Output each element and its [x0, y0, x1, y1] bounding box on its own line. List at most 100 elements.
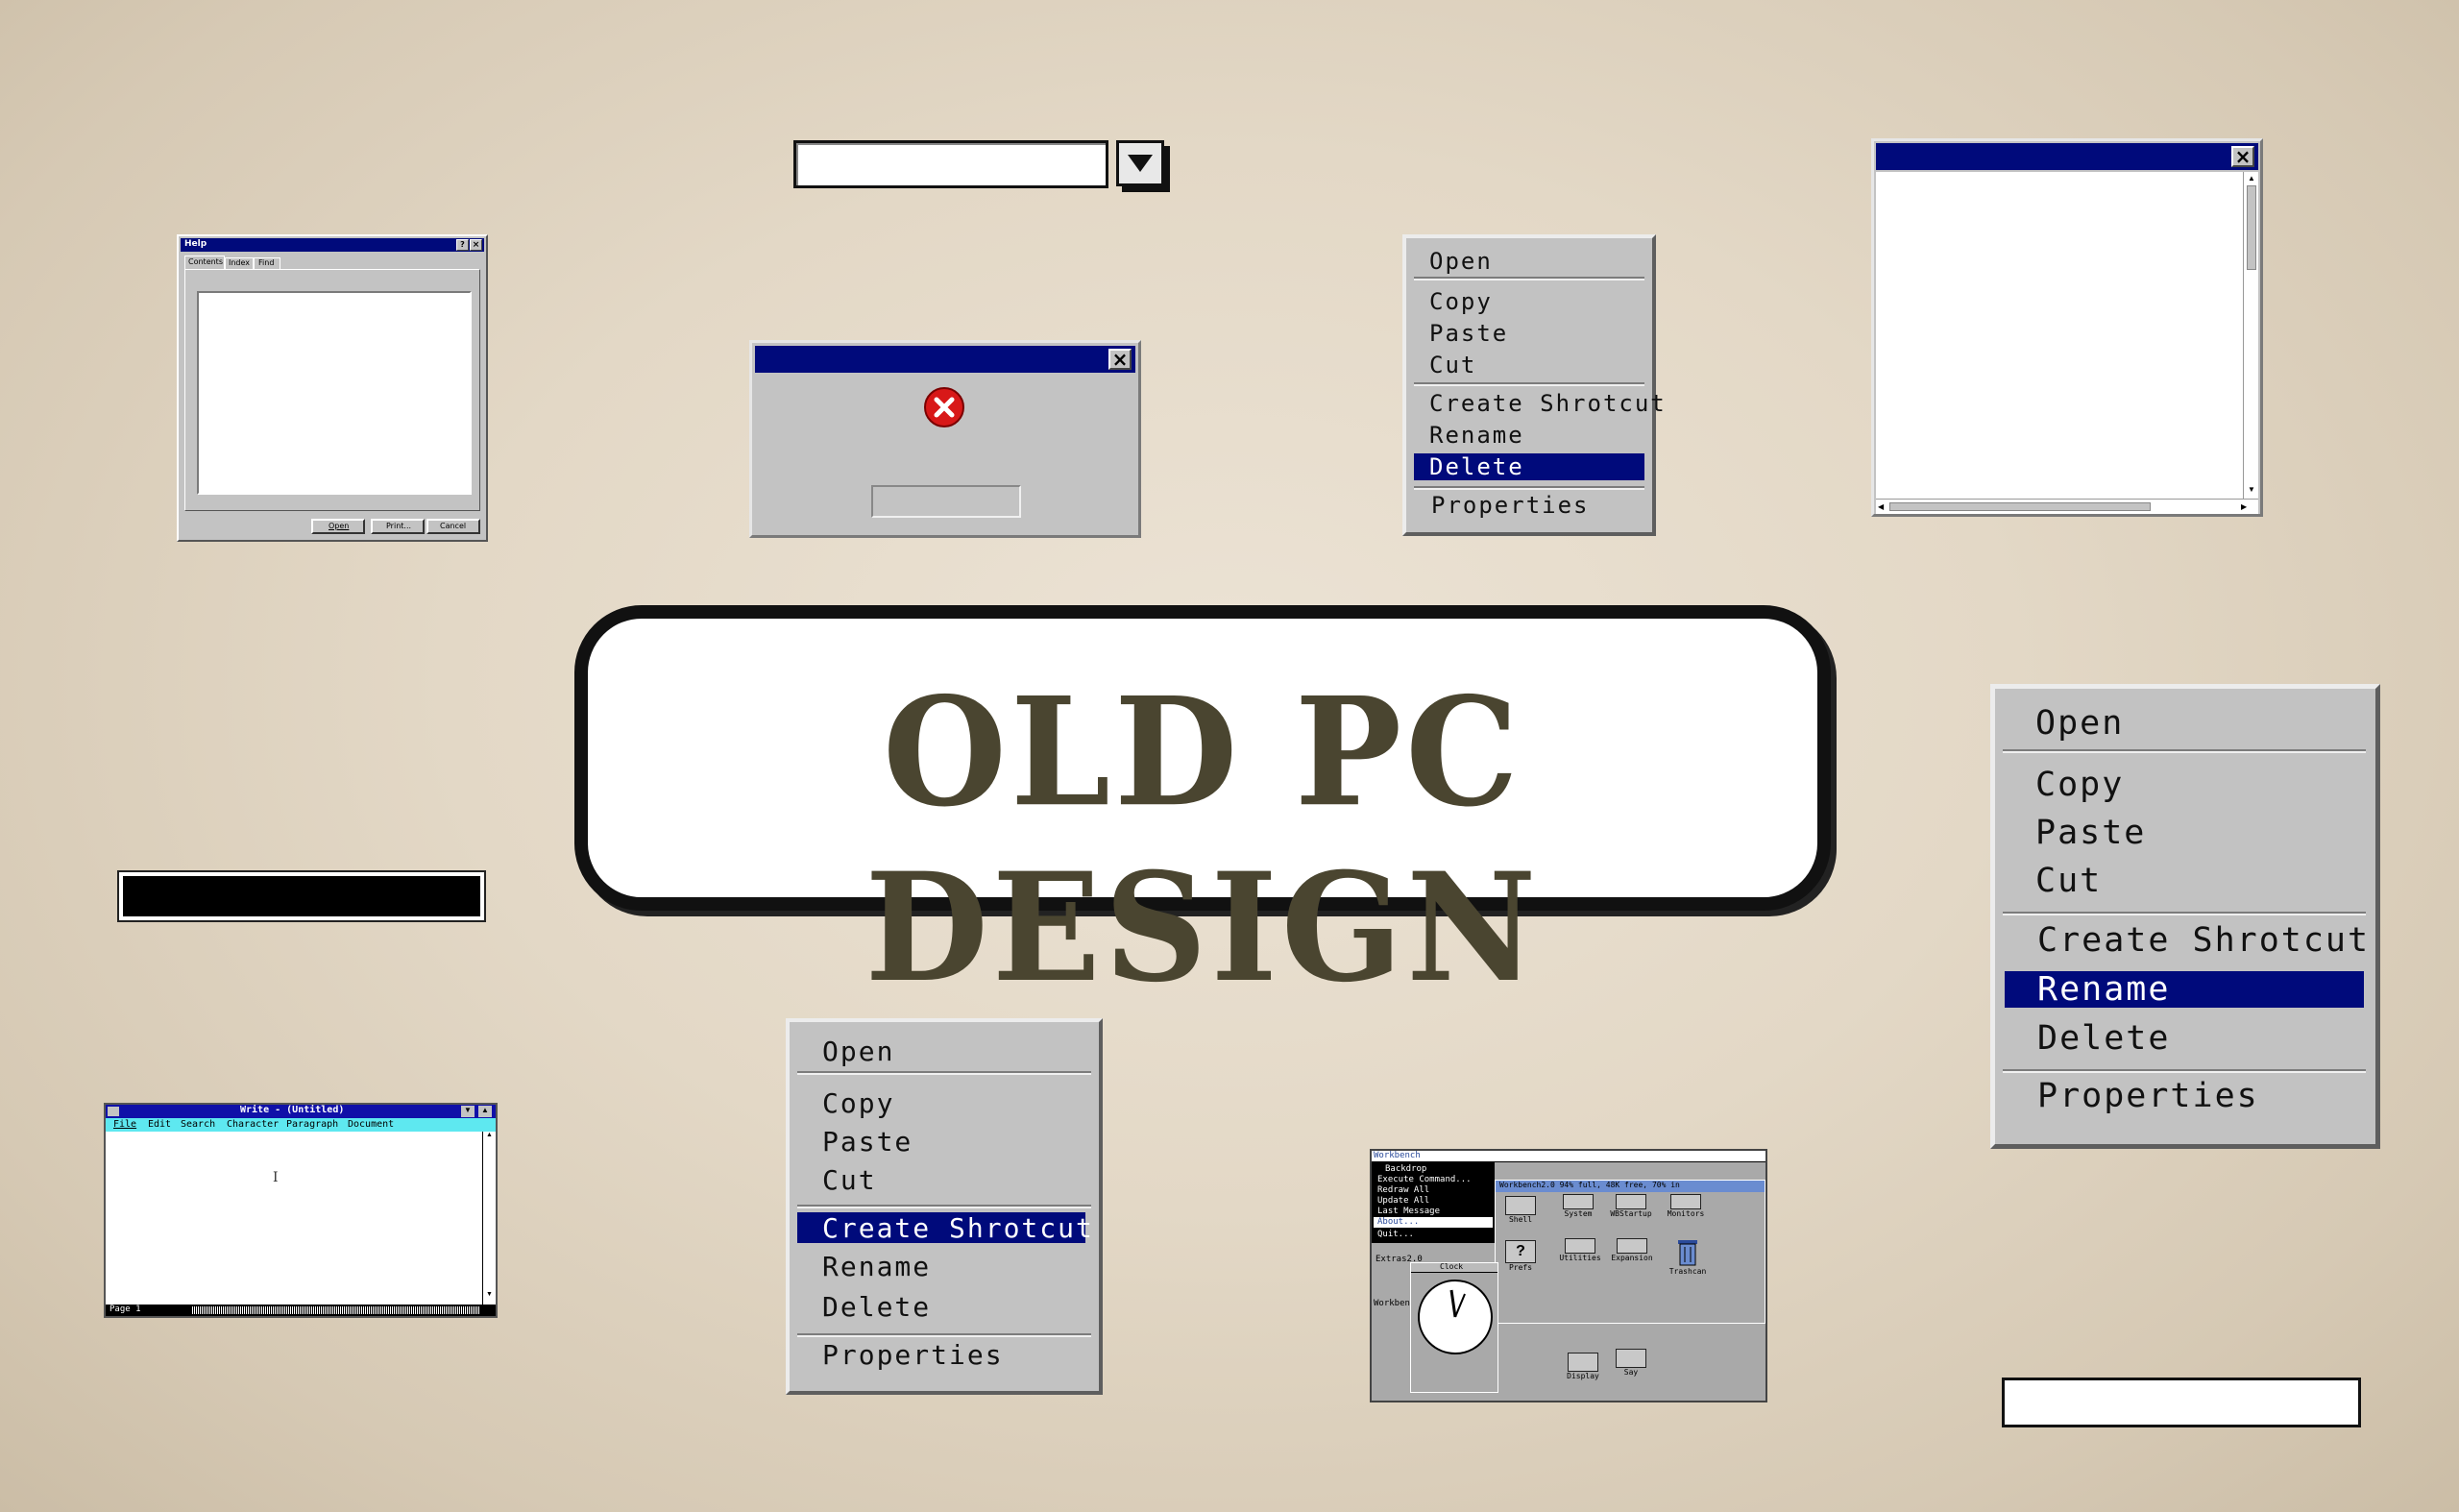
workbench-menu-item[interactable]: Last Message [1377, 1207, 1440, 1216]
write-menu-character[interactable]: Character [227, 1119, 279, 1130]
vertical-scroll-thumb[interactable] [2247, 185, 2256, 270]
workbench-menu-item[interactable]: Backdrop [1385, 1164, 1426, 1174]
clock-window: Clock [1410, 1262, 1498, 1393]
icon-prefs[interactable]: ? Prefs [1501, 1240, 1540, 1279]
menu-item-delete[interactable]: Delete [822, 1291, 931, 1323]
write-menu-search[interactable]: Search [181, 1119, 215, 1130]
workbench-menu-title[interactable]: Workbench [1374, 1151, 1421, 1160]
blank-window: × ▲ ▼ ◀ ▶ [1871, 138, 2263, 517]
text-input-field[interactable] [2002, 1378, 2361, 1427]
menu-item-delete-selected[interactable]: Delete [1414, 453, 1644, 480]
blank-content-area [1876, 172, 2243, 499]
write-menu-paragraph[interactable]: Paragraph [286, 1119, 338, 1130]
workbench-menu-item[interactable]: Update All [1377, 1196, 1429, 1206]
write-menu-file[interactable]: File [113, 1119, 136, 1130]
scroll-left-arrow[interactable]: ◀ [1878, 501, 1887, 513]
menu-item-create-shortcut-selected[interactable]: Create Shrotcut [797, 1212, 1092, 1244]
menu-item-create-shortcut[interactable]: Create Shrotcut [2037, 921, 2370, 960]
menu-item-copy[interactable]: Copy [822, 1087, 894, 1119]
menu-item-properties[interactable]: Properties [1431, 492, 1590, 519]
progress-bar [117, 870, 486, 922]
menu-item-cut[interactable]: Cut [822, 1164, 877, 1196]
menu-item-delete[interactable]: Delete [2037, 1019, 2170, 1058]
menu-item-rename-selected[interactable]: Rename [2005, 970, 2364, 1009]
write-title: Write - (Untitled) [240, 1105, 345, 1115]
workbench-menubar: Workbench [1372, 1151, 1765, 1162]
workbench-menu-item[interactable]: Execute Command... [1377, 1175, 1472, 1184]
scroll-down-arrow[interactable]: ▼ [2246, 485, 2257, 495]
icon-wbstartup[interactable]: WBStartup [1609, 1194, 1653, 1229]
error-ok-button[interactable] [871, 485, 1021, 518]
menu-item-rename: Rename [2037, 970, 2171, 1009]
menu-item-cut[interactable]: Cut [2035, 862, 2102, 900]
icon-expansion[interactable]: Expansion [1609, 1238, 1655, 1273]
error-close-button[interactable]: × [1108, 349, 1132, 370]
menu-item-properties[interactable]: Properties [822, 1339, 1004, 1371]
workbench-menu-item[interactable]: Redraw All [1377, 1185, 1429, 1195]
write-menu-bar: File Edit Search Character Paragraph Doc… [106, 1118, 496, 1132]
write-system-menu-icon[interactable] [108, 1107, 119, 1116]
workbench-menu-item-selected[interactable]: About... [1374, 1217, 1493, 1228]
error-x-icon [924, 387, 964, 427]
help-tab-find[interactable]: Find [254, 257, 280, 269]
write-menu-edit[interactable]: Edit [148, 1119, 171, 1130]
menu-item-open[interactable]: Open [822, 1036, 894, 1067]
menu-separator [797, 1205, 1091, 1208]
menu-separator [1414, 382, 1644, 386]
write-text-area[interactable]: I [106, 1132, 482, 1305]
help-open-button[interactable]: Open [311, 519, 365, 534]
menu-separator [2003, 749, 2366, 753]
text-cursor: I [273, 1170, 279, 1185]
write-vertical-scrollbar[interactable]: ▲ ▼ [482, 1132, 496, 1305]
clock-title: Clock [1440, 1262, 1464, 1271]
write-menu-document[interactable]: Document [348, 1119, 394, 1130]
write-minimize-button[interactable]: ▼ [461, 1106, 475, 1117]
page-title: OLD PC DESIGN [864, 664, 1541, 1015]
clock-title-bar: Clock [1411, 1262, 1497, 1273]
menu-separator [1414, 277, 1644, 280]
menu-item-paste[interactable]: Paste [822, 1126, 913, 1158]
icon-system[interactable]: System [1559, 1194, 1597, 1229]
workbench-menu-item[interactable]: Quit... [1377, 1230, 1414, 1239]
help-cancel-button[interactable]: Cancel [426, 519, 480, 534]
write-horizontal-scrollbar[interactable] [192, 1306, 480, 1314]
help-tab-contents[interactable]: Contents [184, 256, 225, 269]
workbench-window-title-bar: Workbench2.0 94% full, 48K free, 70% in [1496, 1181, 1765, 1192]
help-title: Help [184, 239, 207, 249]
icon-say[interactable]: Say [1612, 1349, 1650, 1387]
menu-item-cut[interactable]: Cut [1429, 352, 1476, 378]
vertical-scrollbar[interactable]: ▲ ▼ [2243, 172, 2258, 499]
dropdown-field[interactable] [793, 140, 1108, 188]
help-tab-index[interactable]: Index [225, 257, 254, 269]
dropdown-button[interactable] [1116, 140, 1164, 186]
menu-item-paste[interactable]: Paste [2035, 814, 2146, 852]
icon-shell[interactable]: Shell [1501, 1196, 1540, 1234]
menu-item-create-shortcut[interactable]: Create Shrotcut [1429, 390, 1667, 417]
icon-display[interactable]: Display [1564, 1353, 1602, 1391]
menu-item-paste[interactable]: Paste [1429, 320, 1508, 347]
workbench-screen: Workbench Backdrop Execute Command... Re… [1370, 1149, 1767, 1402]
workbench-window-title: Workbench2.0 94% full, 48K free, 70% in [1499, 1181, 1680, 1189]
horizontal-scroll-thumb[interactable] [1889, 502, 2151, 511]
menu-item-rename[interactable]: Rename [1429, 422, 1524, 449]
menu-item-copy[interactable]: Copy [2035, 766, 2124, 804]
icon-trashcan[interactable]: Trashcan [1665, 1236, 1711, 1284]
menu-item-rename[interactable]: Rename [822, 1251, 931, 1282]
menu-item-copy[interactable]: Copy [1429, 288, 1493, 315]
write-maximize-button[interactable]: ▲ [478, 1106, 492, 1117]
menu-separator [1414, 486, 1644, 490]
help-print-button[interactable]: Print... [371, 519, 425, 534]
scroll-right-arrow[interactable]: ▶ [2241, 501, 2251, 513]
menu-item-open[interactable]: Open [1429, 248, 1493, 275]
icon-utilities[interactable]: Utilities [1559, 1238, 1601, 1273]
progress-bar-fill [123, 876, 480, 916]
scroll-up-arrow[interactable]: ▲ [2246, 174, 2257, 183]
triangle-down-icon [1128, 155, 1153, 172]
blank-close-button[interactable]: × [2231, 146, 2254, 167]
help-close-button[interactable]: × [470, 239, 482, 251]
horizontal-scrollbar[interactable]: ◀ ▶ [1876, 499, 2258, 514]
icon-monitors[interactable]: Monitors [1665, 1194, 1707, 1229]
menu-item-open[interactable]: Open [2035, 704, 2124, 743]
menu-item-properties[interactable]: Properties [2037, 1077, 2259, 1115]
help-question-button[interactable]: ? [456, 239, 469, 251]
